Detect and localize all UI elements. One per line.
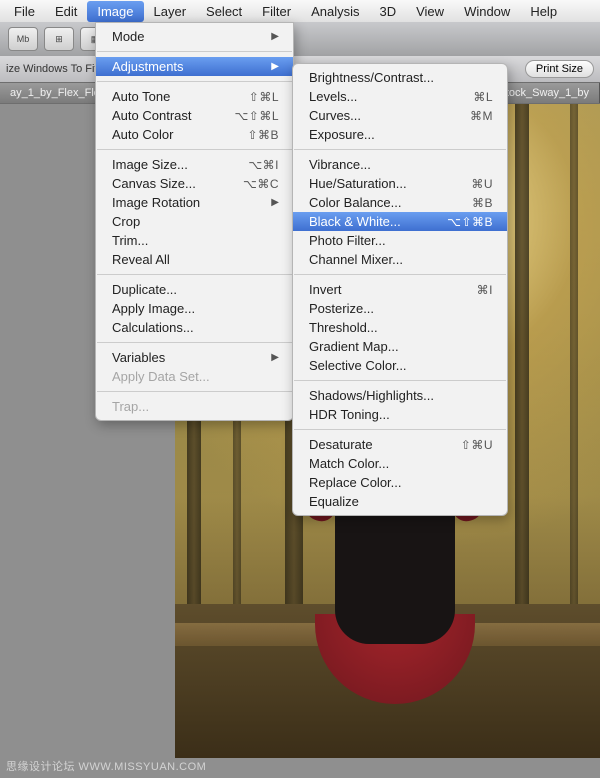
menu-window[interactable]: Window [454,1,520,22]
mi-channel-mixer[interactable]: Channel Mixer... [293,250,507,269]
mi-posterize[interactable]: Posterize... [293,299,507,318]
image-menu-dropdown: Mode▶ Adjustments▶ Auto Tone⇧⌘L Auto Con… [95,22,294,421]
menu-separator [294,149,506,150]
menu-separator [97,51,292,52]
mi-variables[interactable]: Variables▶ [96,348,293,367]
mi-desaturate[interactable]: Desaturate⇧⌘U [293,435,507,454]
mi-duplicate[interactable]: Duplicate... [96,280,293,299]
mi-selective-color[interactable]: Selective Color... [293,356,507,375]
menu-select[interactable]: Select [196,1,252,22]
mi-canvas-size[interactable]: Canvas Size...⌥⌘C [96,174,293,193]
adjustments-submenu: Brightness/Contrast... Levels...⌘L Curve… [292,63,508,516]
mi-auto-tone[interactable]: Auto Tone⇧⌘L [96,87,293,106]
mi-hue-saturation[interactable]: Hue/Saturation...⌘U [293,174,507,193]
tool-2-icon[interactable]: ⊞ [44,27,74,51]
submenu-arrow-icon: ▶ [271,197,279,208]
menu-edit[interactable]: Edit [45,1,87,22]
menu-image[interactable]: Image [87,1,143,22]
menu-separator [97,81,292,82]
mi-calculations[interactable]: Calculations... [96,318,293,337]
menu-separator [97,149,292,150]
menu-layer[interactable]: Layer [144,1,197,22]
menu-file[interactable]: File [4,1,45,22]
mi-invert[interactable]: Invert⌘I [293,280,507,299]
mi-threshold[interactable]: Threshold... [293,318,507,337]
menu-separator [294,380,506,381]
app-toolbar: Mb ⊞ ▦ [0,22,600,57]
mi-trim[interactable]: Trim... [96,231,293,250]
mi-curves[interactable]: Curves...⌘M [293,106,507,125]
mi-auto-color[interactable]: Auto Color⇧⌘B [96,125,293,144]
mi-replace-color[interactable]: Replace Color... [293,473,507,492]
mi-auto-contrast[interactable]: Auto Contrast⌥⇧⌘L [96,106,293,125]
mi-shadows-highlights[interactable]: Shadows/Highlights... [293,386,507,405]
mi-mode[interactable]: Mode▶ [96,27,293,46]
menu-separator [294,274,506,275]
mi-equalize[interactable]: Equalize [293,492,507,511]
print-size-button[interactable]: Print Size [525,60,594,78]
mi-exposure[interactable]: Exposure... [293,125,507,144]
mi-image-size[interactable]: Image Size...⌥⌘I [96,155,293,174]
mi-adjustments[interactable]: Adjustments▶ [96,57,293,76]
mi-levels[interactable]: Levels...⌘L [293,87,507,106]
mi-photo-filter[interactable]: Photo Filter... [293,231,507,250]
menubar: File Edit Image Layer Select Filter Anal… [0,0,600,23]
tool-1-icon[interactable]: Mb [8,27,38,51]
mi-trap: Trap... [96,397,293,416]
menu-view[interactable]: View [406,1,454,22]
mi-image-rotation[interactable]: Image Rotation▶ [96,193,293,212]
mi-reveal-all[interactable]: Reveal All [96,250,293,269]
mi-apply-data-set: Apply Data Set... [96,367,293,386]
mi-match-color[interactable]: Match Color... [293,454,507,473]
mi-brightness-contrast[interactable]: Brightness/Contrast... [293,68,507,87]
menu-separator [97,342,292,343]
mi-vibrance[interactable]: Vibrance... [293,155,507,174]
menu-separator [294,429,506,430]
menu-separator [97,274,292,275]
mi-apply-image[interactable]: Apply Image... [96,299,293,318]
mi-gradient-map[interactable]: Gradient Map... [293,337,507,356]
submenu-arrow-icon: ▶ [271,31,279,42]
mi-color-balance[interactable]: Color Balance...⌘B [293,193,507,212]
mi-hdr-toning[interactable]: HDR Toning... [293,405,507,424]
submenu-arrow-icon: ▶ [271,61,279,72]
menu-filter[interactable]: Filter [252,1,301,22]
menu-help[interactable]: Help [520,1,567,22]
resize-windows-label: ize Windows To Fit [6,63,98,75]
mi-black-white[interactable]: Black & White...⌥⇧⌘B [293,212,507,231]
mi-crop[interactable]: Crop [96,212,293,231]
menu-3d[interactable]: 3D [369,1,406,22]
watermark: 思缘设计论坛 WWW.MISSYUAN.COM [6,758,206,774]
menu-analysis[interactable]: Analysis [301,1,369,22]
menu-separator [97,391,292,392]
submenu-arrow-icon: ▶ [271,352,279,363]
